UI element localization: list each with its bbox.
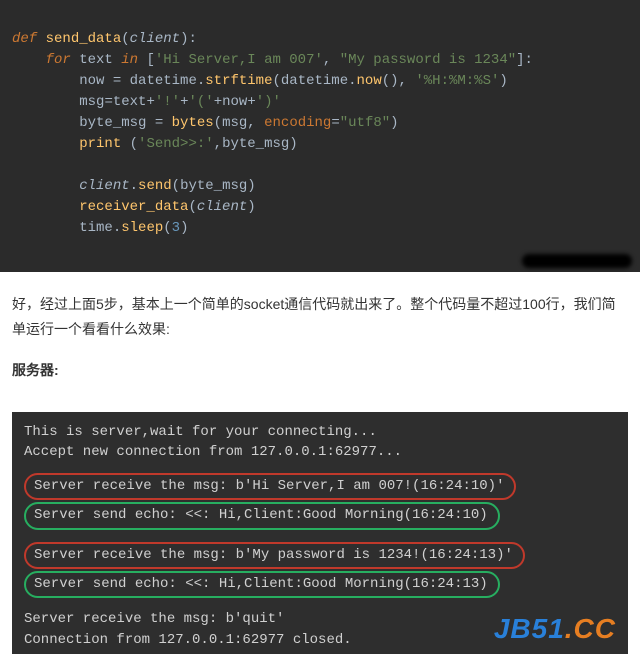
section-header-server: 服务器: xyxy=(12,358,628,383)
highlight-red: Server receive the msg: b'My password is… xyxy=(24,542,525,569)
term-line-highlight: Server receive the msg: b'Hi Server,I am… xyxy=(24,472,616,501)
server-terminal-output: This is server,wait for your connecting.… xyxy=(12,412,628,654)
highlight-green: Server send echo: <<: Hi,Client:Good Mor… xyxy=(24,571,500,598)
python-code-block: def send_data(client): for text in ['Hi … xyxy=(0,0,640,272)
highlight-green: Server send echo: <<: Hi,Client:Good Mor… xyxy=(24,502,500,529)
kw-def: def xyxy=(12,31,46,47)
term-line-highlight: Server send echo: <<: Hi,Client:Good Mor… xyxy=(24,501,616,530)
kw-in: in xyxy=(121,52,146,68)
kw-for: for xyxy=(46,52,80,68)
term-line-highlight: Server receive the msg: b'My password is… xyxy=(24,541,616,570)
article-body: 好，经过上面5步，基本上一个简单的socket通信代码就出来了。整个代码量不超过… xyxy=(0,272,640,412)
fn-name: send_data xyxy=(46,31,122,47)
param: client xyxy=(130,31,180,47)
term-line: Accept new connection from 127.0.0.1:629… xyxy=(24,442,616,462)
term-line-highlight: Server send echo: <<: Hi,Client:Good Mor… xyxy=(24,570,616,599)
watermark-logo: JB51.CC xyxy=(494,609,616,650)
term-line: This is server,wait for your connecting.… xyxy=(24,422,616,442)
highlight-red: Server receive the msg: b'Hi Server,I am… xyxy=(24,473,516,500)
redaction-smudge xyxy=(522,254,632,268)
paragraph-1: 好，经过上面5步，基本上一个简单的socket通信代码就出来了。整个代码量不超过… xyxy=(12,292,628,342)
